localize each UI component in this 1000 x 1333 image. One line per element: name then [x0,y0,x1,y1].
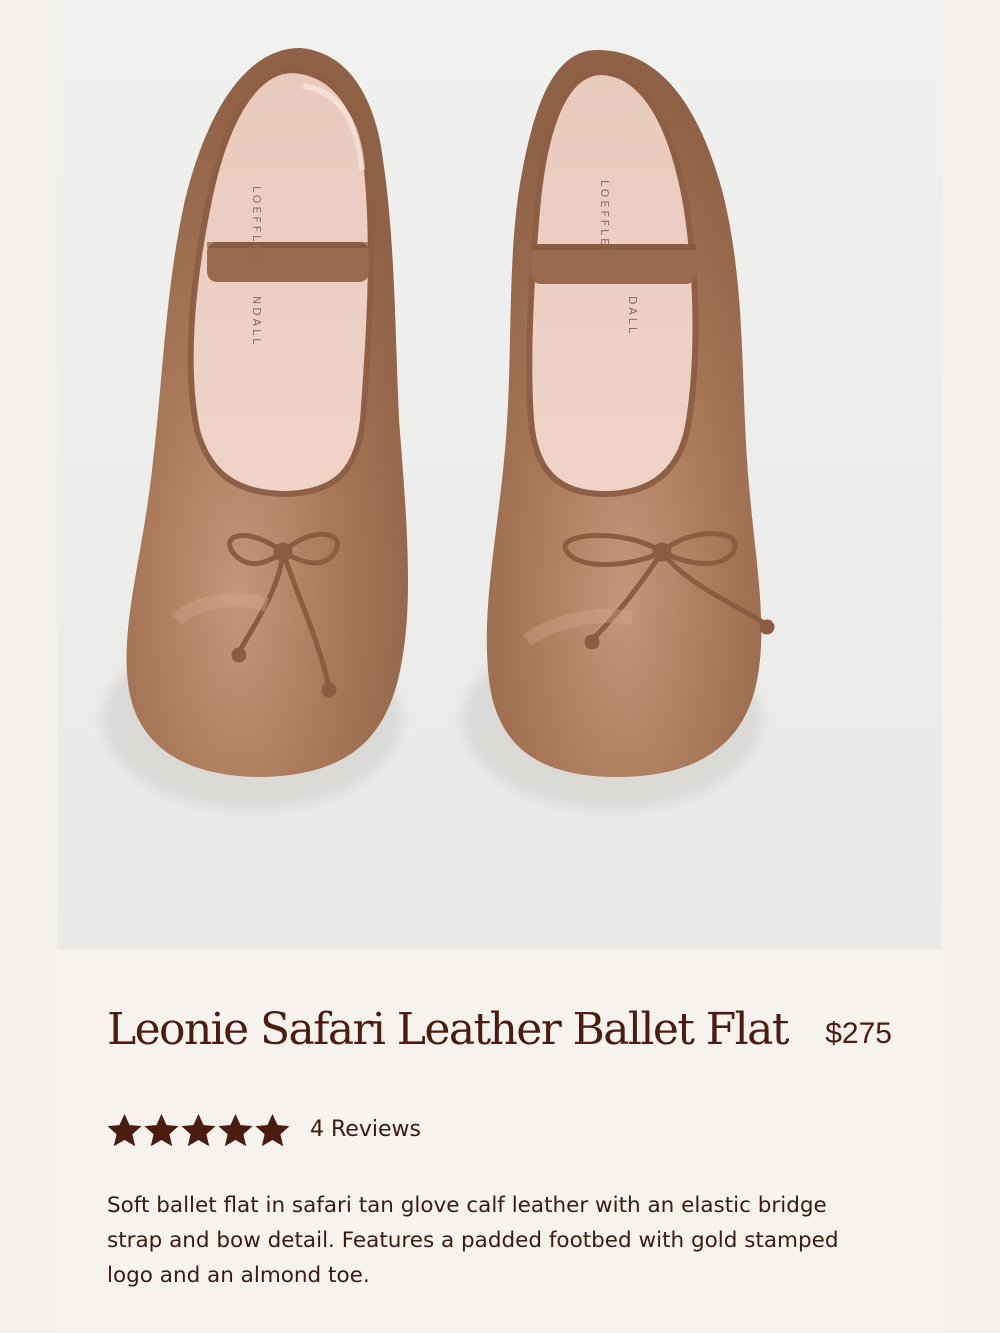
product-price: $275 [825,1017,892,1050]
insole-logo-left-top: LOEFFLER [250,186,263,265]
star-icon [181,1113,216,1146]
star-icon [218,1113,253,1146]
reviews-link[interactable]: 4 Reviews [310,1115,421,1145]
left-margin [0,0,57,1333]
right-margin [942,0,1000,1333]
insole-logo-right-bottom: DALL [626,296,639,336]
product-image[interactable]: LOEFFLER NDALL LOEFFLER DALL [57,0,942,950]
rating-row: 4 Reviews [107,1110,421,1150]
star-icon [255,1113,290,1146]
insole-logo-left-bottom: NDALL [250,296,263,347]
insole-logo-right-top: LOEFFLER [598,180,611,259]
product-title: Leonie Safari Leather Ballet Flat [107,1004,789,1055]
product-info: Leonie Safari Leather Ballet Flat $275 4… [57,950,942,1333]
product-description: Soft ballet flat in safari tan glove cal… [107,1193,839,1288]
star-icon [144,1113,179,1146]
rating-stars[interactable] [107,1113,290,1148]
star-icon [107,1113,142,1146]
